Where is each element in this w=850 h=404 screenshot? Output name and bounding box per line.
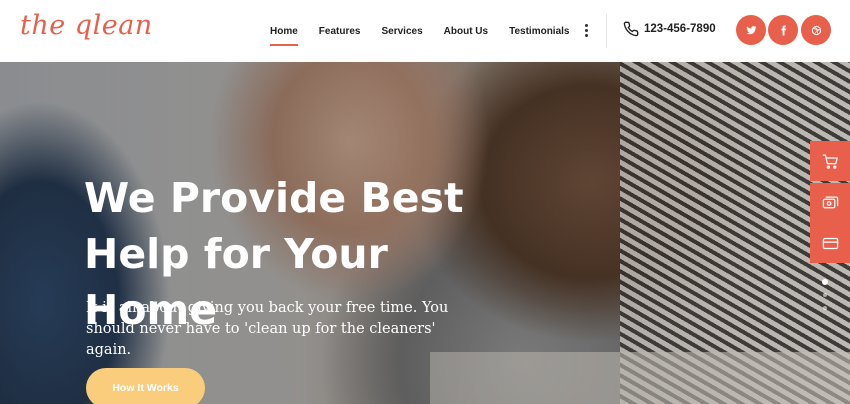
phone-number: 123-456-7890 — [644, 23, 716, 35]
nav-item-services[interactable]: Services — [381, 22, 422, 41]
hero-section: We Provide Best Help for Your Home It is… — [0, 62, 850, 404]
more-vertical-icon[interactable] — [579, 22, 593, 38]
main-nav: Home Features Services About Us Testimon… — [270, 0, 590, 62]
hero-description: It is all about giving you back your fre… — [86, 300, 449, 358]
cart-icon — [822, 153, 838, 169]
how-it-works-button[interactable]: How It Works — [86, 368, 205, 404]
header-divider — [606, 14, 607, 48]
money-button[interactable] — [810, 183, 850, 223]
nav-item-testimonials[interactable]: Testimonials — [509, 22, 569, 41]
dribbble-button[interactable] — [801, 15, 831, 45]
card-button[interactable] — [810, 223, 850, 263]
twitter-button[interactable] — [736, 15, 766, 45]
slider-dot-2[interactable] — [823, 293, 827, 297]
slider-dot-1[interactable] — [822, 279, 828, 285]
hero-title-line1: We Provide Best — [84, 174, 464, 222]
dribbble-icon — [811, 25, 821, 35]
phone-link[interactable]: 123-456-7890 — [623, 21, 716, 37]
site-logo[interactable]: the qlean — [20, 10, 153, 41]
money-icon — [822, 195, 838, 208]
facebook-button[interactable] — [768, 15, 798, 45]
cart-button[interactable] — [810, 141, 850, 181]
card-icon — [822, 237, 838, 249]
nav-item-about-us[interactable]: About Us — [444, 22, 488, 41]
twitter-icon — [745, 25, 757, 34]
facebook-icon — [780, 24, 786, 36]
nav-item-features[interactable]: Features — [319, 22, 361, 41]
phone-icon — [623, 21, 639, 37]
nav-item-home[interactable]: Home — [270, 22, 298, 46]
slider-dot-3[interactable] — [823, 306, 827, 310]
site-header: the qlean Home Features Services About U… — [0, 0, 850, 62]
